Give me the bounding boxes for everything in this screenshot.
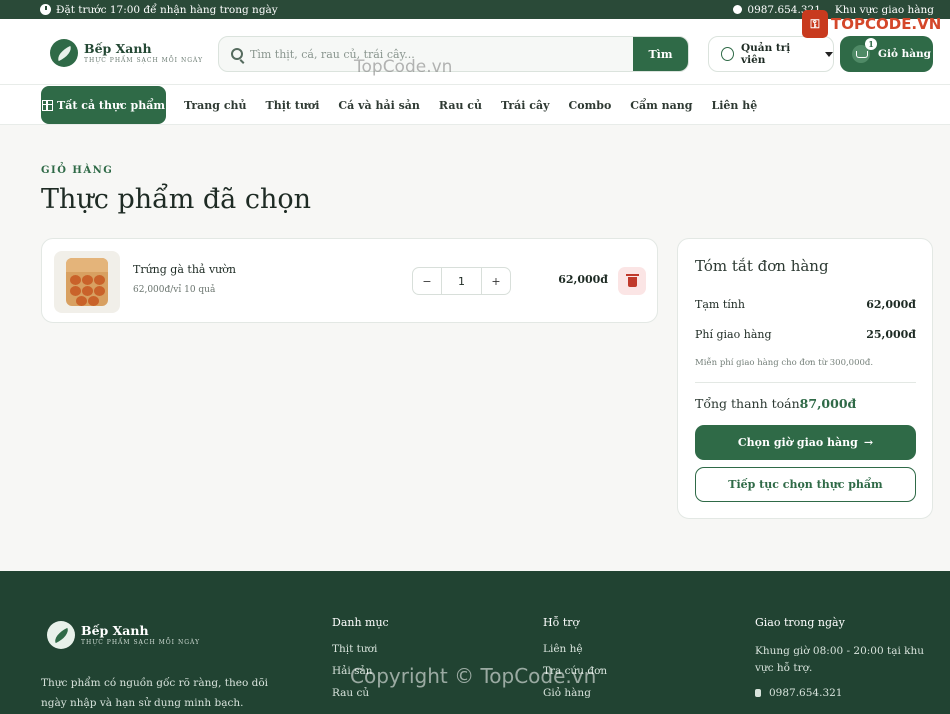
shipping-row: Phí giao hàng 25,000đ [695, 328, 916, 341]
watermark-logo: ⚿ TOPCODE.VN [802, 10, 941, 38]
quantity-value[interactable]: 1 [441, 268, 482, 294]
page-eyebrow: GIỎ HÀNG [41, 165, 114, 176]
quantity-stepper: − 1 + [412, 267, 511, 295]
delivery-hours-text: Khung giờ 08:00 - 20:00 tại khu vực hỗ t… [755, 645, 925, 674]
footer-description: Thực phẩm có nguồn gốc rõ ràng, theo dõi… [41, 677, 269, 709]
footer-logo[interactable]: Bếp Xanh THỰC PHẨM SẠCH MỖI NGÀY [47, 621, 200, 649]
search-icon [231, 48, 243, 60]
phone-icon [733, 5, 743, 14]
watermark-logo-text: TOPCODE.VN [831, 15, 942, 33]
total-label: Tổng thanh toán [695, 396, 800, 411]
line-total: 62,000đ [558, 273, 608, 286]
shipping-value: 25,000đ [866, 328, 916, 341]
clock-icon [40, 4, 51, 15]
phone-icon [755, 689, 761, 697]
footer-phone-number: 0987.654.321 [769, 687, 843, 699]
nav-link-seafood[interactable]: Cá và hải sản [338, 99, 420, 112]
product-name[interactable]: Trứng gà thả vườn [133, 263, 236, 276]
nav-link-meat[interactable]: Thịt tươi [266, 99, 320, 112]
leaf-logo-icon [47, 621, 75, 649]
subtotal-value: 62,000đ [866, 298, 916, 311]
footer-support: Hỗ trợ Liên hệ Tra cứu đơn Giỏ hàng [543, 616, 607, 709]
order-summary: Tóm tắt đơn hàng Tạm tính 62,000đ Phí gi… [677, 238, 933, 519]
chevron-down-icon [825, 51, 833, 57]
continue-shopping-button[interactable]: Tiếp tục chọn thực phẩm [695, 467, 916, 502]
watermark-bottom: Copyright © TopCode.vn [350, 664, 597, 688]
nav-link-home[interactable]: Trang chủ [184, 99, 247, 112]
nav-link-fruit[interactable]: Trái cây [501, 99, 550, 112]
delivery-notice: Đặt trước 17:00 để nhận hàng trong ngày [56, 3, 278, 16]
footer-brand-tagline: THỰC PHẨM SẠCH MỖI NGÀY [81, 638, 201, 646]
free-shipping-note: Miễn phí giao hàng cho đơn từ 300,000đ. [695, 358, 874, 368]
footer-link-meat[interactable]: Thịt tươi [332, 643, 389, 655]
remove-item-button[interactable] [618, 267, 646, 295]
account-menu[interactable]: Quản trị viên [708, 36, 834, 72]
nav-link-vegetables[interactable]: Rau củ [439, 99, 482, 112]
footer-brand-name: Bếp Xanh [81, 622, 149, 638]
user-icon [721, 47, 735, 61]
product-unit-price: 62,000đ/vỉ 10 quả [133, 285, 216, 295]
page-title: Thực phẩm đã chọn [41, 184, 312, 215]
cart-item: Trứng gà thả vườn 62,000đ/vỉ 10 quả − 1 … [41, 238, 658, 323]
cart-button[interactable]: 1 Giỏ hàng [840, 36, 933, 72]
footer-link-contact[interactable]: Liên hệ [543, 643, 607, 655]
site-logo[interactable]: Bếp Xanh THỰC PHẨM SẠCH MỖI NGÀY [50, 39, 203, 67]
decrement-button[interactable]: − [413, 268, 441, 294]
watermark-top: TopCode.vn [354, 57, 453, 77]
nav-link-guide[interactable]: Cẩm nang [630, 99, 692, 112]
increment-button[interactable]: + [482, 268, 510, 294]
topcode-logo-icon: ⚿ [802, 10, 828, 38]
egg-carton-image [66, 258, 108, 306]
shipping-label: Phí giao hàng [695, 328, 772, 341]
footer-delivery-info: Giao trong ngày Khung giờ 08:00 - 20:00 … [755, 616, 940, 699]
footer-link-vegetables[interactable]: Rau củ [332, 687, 389, 699]
footer-col-title: Hỗ trợ [543, 616, 580, 629]
grid-icon [42, 99, 54, 111]
subtotal-label: Tạm tính [695, 298, 745, 311]
divider [695, 382, 916, 383]
cart-label: Giỏ hàng [878, 48, 932, 60]
brand-tagline: THỰC PHẨM SẠCH MỖI NGÀY [84, 56, 204, 64]
search-button[interactable]: Tìm [633, 37, 688, 71]
product-image[interactable] [54, 251, 120, 313]
subtotal-row: Tạm tính 62,000đ [695, 298, 916, 311]
choose-delivery-time-button[interactable]: Chọn giờ giao hàng → [695, 425, 916, 460]
cart-count-badge: 1 [865, 38, 877, 50]
account-label: Quản trị viên [741, 42, 791, 66]
footer-phone[interactable]: 0987.654.321 [755, 687, 940, 699]
footer-col-title: Giao trong ngày [755, 616, 845, 629]
search-bar: Tìm [218, 36, 689, 72]
footer-col-title: Danh mục [332, 616, 389, 629]
footer-link-cart[interactable]: Giỏ hàng [543, 687, 607, 699]
all-products-button[interactable]: Tất cả thực phẩm [41, 86, 166, 124]
site-footer: Bếp Xanh THỰC PHẨM SẠCH MỖI NGÀY Thực ph… [0, 571, 950, 714]
leaf-logo-icon [50, 39, 78, 67]
brand-name: Bếp Xanh [84, 40, 152, 56]
nav-link-contact[interactable]: Liên hệ [711, 99, 757, 112]
trash-icon [625, 274, 639, 287]
summary-heading: Tóm tắt đơn hàng [695, 257, 829, 275]
all-products-label: Tất cả thực phẩm [57, 98, 165, 112]
footer-categories: Danh mục Thịt tươi Hải sản Rau củ [332, 616, 389, 709]
nav-link-combo[interactable]: Combo [569, 99, 612, 112]
arrow-right-icon: → [863, 436, 874, 449]
main-nav: Tất cả thực phẩm Trang chủ Thịt tươi Cá … [0, 85, 950, 125]
total-value: 87,000đ [799, 396, 857, 411]
choose-delivery-time-label: Chọn giờ giao hàng [737, 436, 858, 449]
total-row: Tổng thanh toán87,000đ [695, 396, 856, 411]
